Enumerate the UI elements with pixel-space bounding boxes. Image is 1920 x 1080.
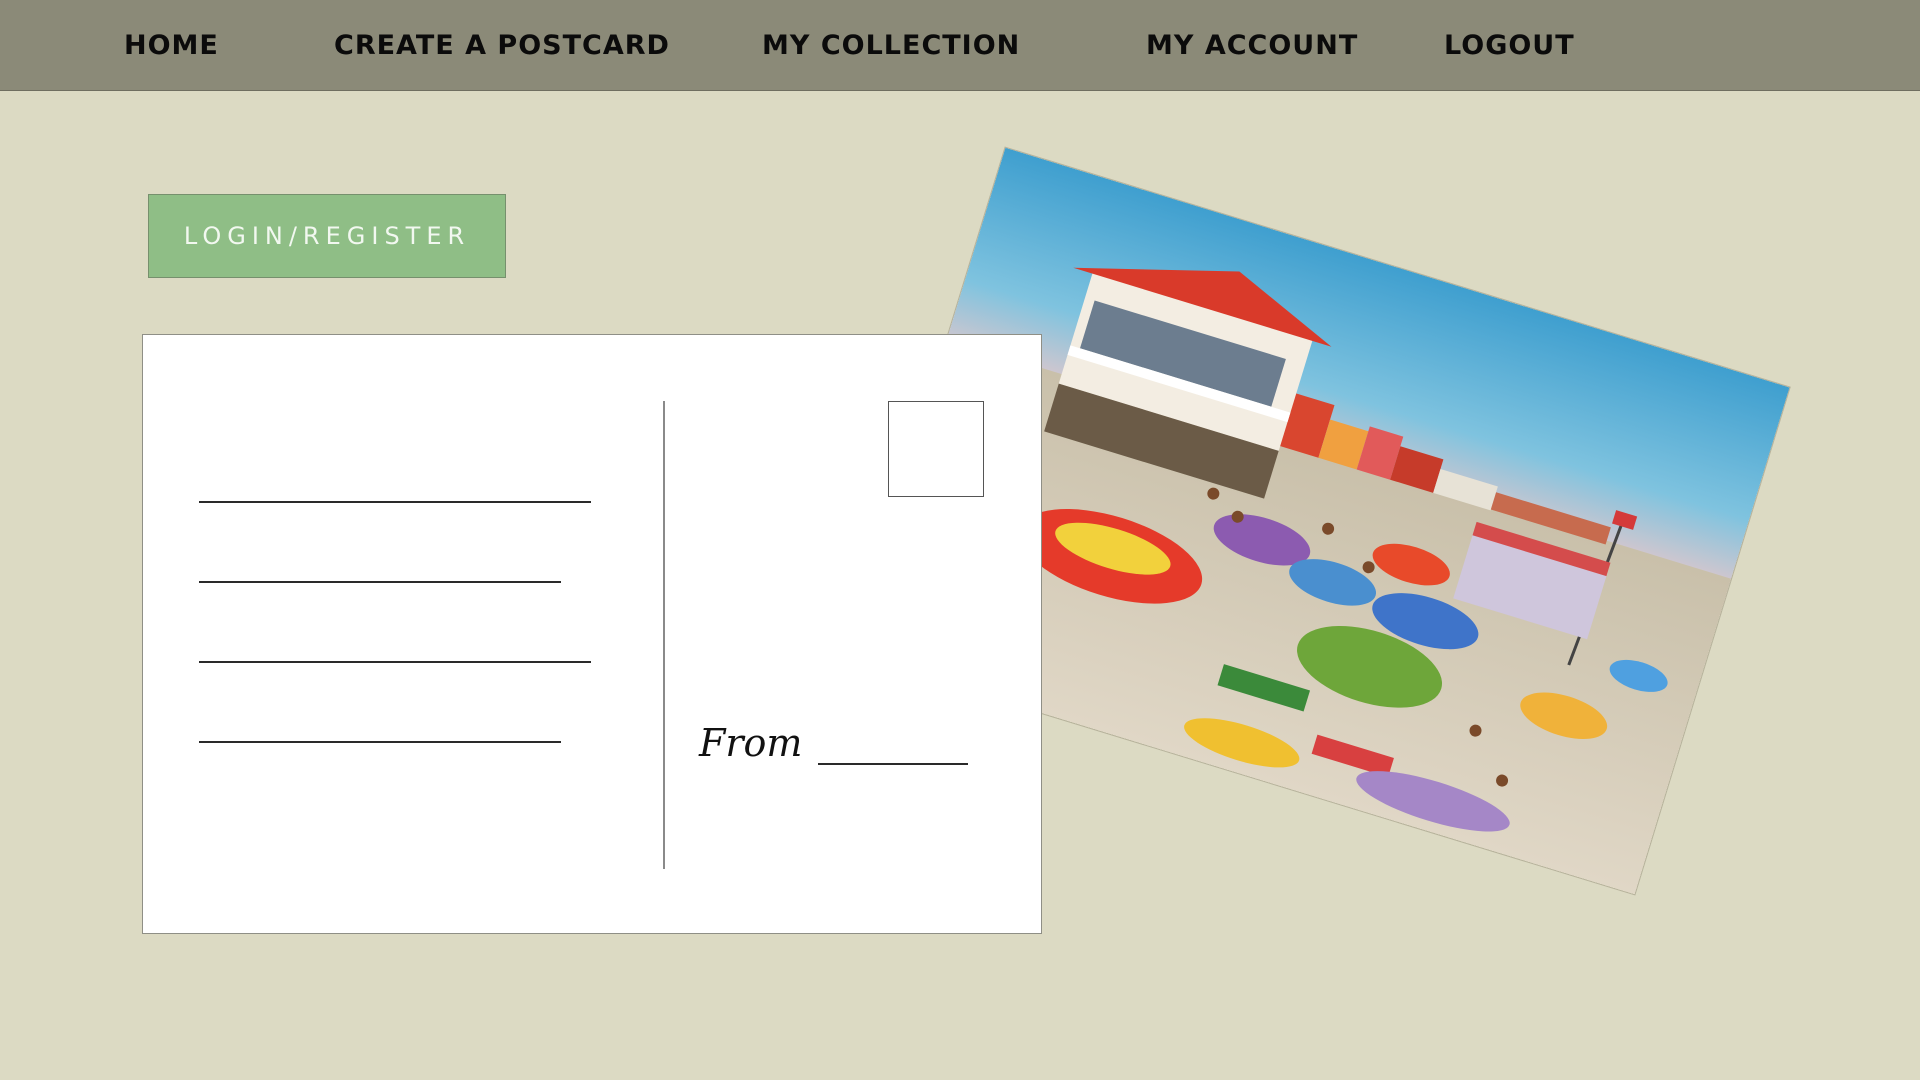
postcard-back: From xyxy=(142,334,1042,934)
address-line[interactable] xyxy=(199,661,591,663)
nav-my-collection[interactable]: My Collection xyxy=(762,0,1020,90)
login-register-button[interactable]: LOGIN/REGISTER xyxy=(148,194,506,278)
address-line[interactable] xyxy=(199,501,591,503)
nav-create-postcard[interactable]: Create a Postcard xyxy=(334,0,670,90)
address-line[interactable] xyxy=(199,741,561,743)
postcard-divider xyxy=(663,401,665,869)
top-nav: Home Create a Postcard My Collection My … xyxy=(0,0,1920,91)
nav-my-account[interactable]: My Account xyxy=(1146,0,1358,90)
nav-home[interactable]: Home xyxy=(124,0,219,90)
address-line[interactable] xyxy=(199,581,561,583)
nav-logout[interactable]: Logout xyxy=(1444,0,1575,90)
stamp-box xyxy=(888,401,984,497)
from-line[interactable] xyxy=(818,763,968,765)
from-label: From xyxy=(699,721,803,765)
